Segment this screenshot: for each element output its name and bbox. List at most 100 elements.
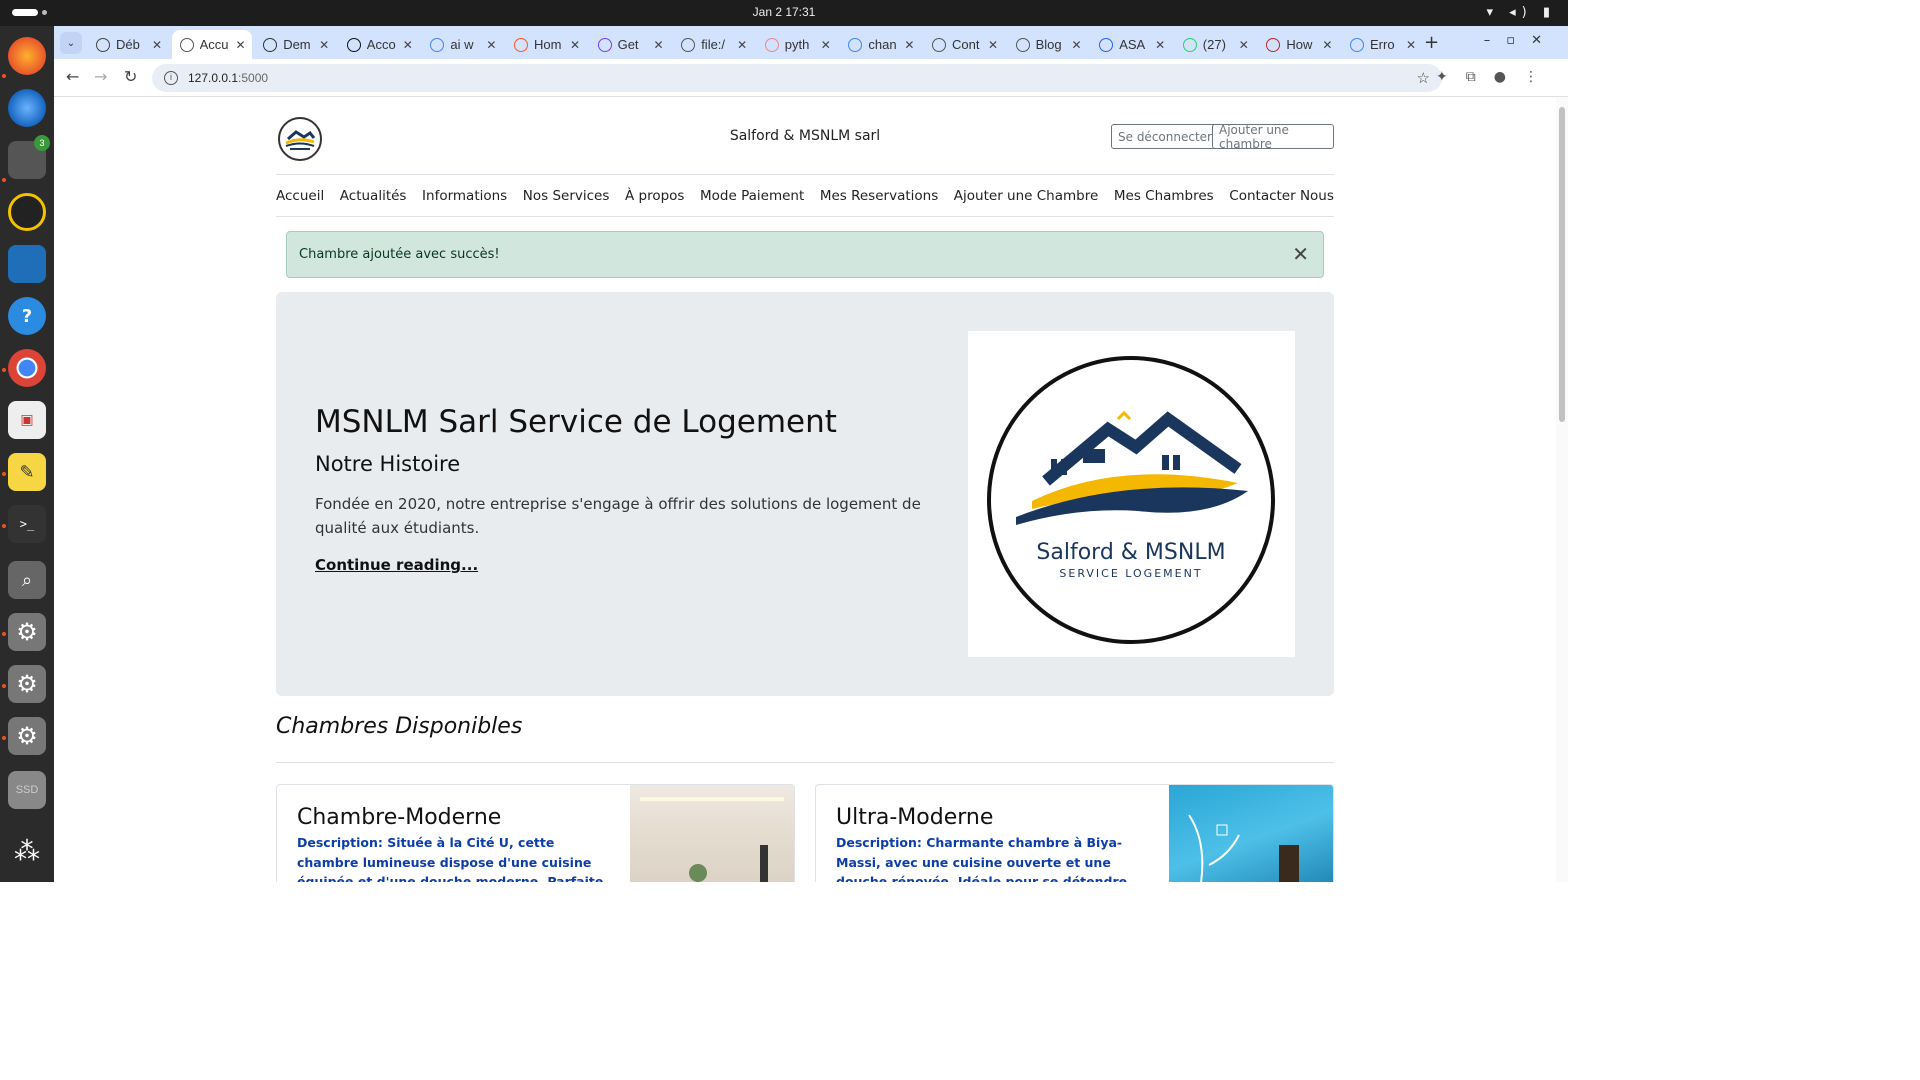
nav-mode-paiement[interactable]: Mode Paiement — [700, 188, 804, 204]
magnifier-icon[interactable]: ⌕ — [8, 561, 46, 599]
room-card[interactable]: Ultra-Moderne Description: Charmante cha… — [815, 784, 1334, 882]
tab-close-icon[interactable]: ✕ — [236, 38, 246, 52]
site-info-icon[interactable]: i — [164, 71, 178, 85]
add-room-button[interactable]: Ajouter une chambre — [1212, 123, 1334, 151]
room-photo — [630, 785, 794, 882]
tab-close-icon[interactable]: ✕ — [319, 38, 329, 52]
settings-icon[interactable]: ⚙ — [8, 613, 46, 651]
tab-close-icon[interactable]: ✕ — [1239, 38, 1249, 52]
browser-tab[interactable]: (27) ✕ — [1175, 30, 1255, 59]
nav-contacter-nous[interactable]: Contacter Nous — [1229, 188, 1334, 204]
help-icon[interactable]: ? — [8, 297, 46, 335]
nav-ajouter-chambre[interactable]: Ajouter une Chambre — [954, 188, 1099, 204]
browser-tab[interactable]: pyth ✕ — [757, 30, 837, 59]
browser-tab[interactable]: Déb ✕ — [88, 30, 168, 59]
browser-tab[interactable]: ai w ✕ — [422, 30, 502, 59]
success-alert: Chambre ajoutée avec succès! ✕ — [286, 231, 1324, 278]
new-tab-button[interactable]: + — [1424, 32, 1439, 53]
tab-close-icon[interactable]: ✕ — [1322, 38, 1332, 52]
tab-close-icon[interactable]: ✕ — [737, 38, 747, 52]
nav-mes-chambres[interactable]: Mes Chambres — [1114, 188, 1214, 204]
reload-button[interactable]: ↻ — [124, 67, 137, 86]
nav-informations[interactable]: Informations — [422, 188, 507, 204]
tab-title: ai w — [450, 37, 474, 52]
system-clock[interactable]: Jan 2 17:31 — [0, 5, 1568, 19]
ubuntu-apps-icon[interactable]: ⁂ — [8, 833, 46, 871]
browser-tab[interactable]: How ✕ — [1258, 30, 1338, 59]
tab-close-icon[interactable]: ✕ — [1155, 38, 1165, 52]
tab-close-icon[interactable]: ✕ — [152, 38, 162, 52]
room-name[interactable]: Ultra-Moderne — [836, 805, 993, 830]
ssd-drive-icon[interactable]: SSD — [8, 771, 46, 809]
rooms-section-title: Chambres Disponibles — [276, 714, 523, 739]
browser-tab[interactable]: Cont ✕ — [924, 30, 1004, 59]
main-nav: Accueil Actualités Informations Nos Serv… — [276, 175, 1334, 217]
browser-tab-strip: ⌄ Déb ✕ Accu ✕ Dem ✕ Acco ✕ ai w ✕ Hom ✕ Get ✕ file:/ ✕… — [54, 26, 1568, 59]
alert-message: Chambre ajoutée avec succès! — [299, 247, 500, 262]
tab-close-icon[interactable]: ✕ — [654, 38, 664, 52]
url-host: 127.0.0.1 — [188, 71, 239, 85]
terminal-icon[interactable]: >_ — [8, 505, 46, 543]
forward-button[interactable]: → — [94, 67, 107, 86]
nav-accueil[interactable]: Accueil — [276, 188, 324, 204]
tab-title: Hom — [534, 37, 562, 52]
room-name[interactable]: Chambre-Moderne — [297, 805, 501, 830]
bookmark-star-icon[interactable]: ☆ — [1417, 69, 1430, 87]
browser-tab[interactable]: file:/ ✕ — [673, 30, 753, 59]
browser-tab[interactable]: Get ✕ — [590, 30, 670, 59]
tab-title: Déb — [116, 37, 140, 52]
browser-tab[interactable]: Erro ✕ — [1342, 30, 1422, 59]
document-viewer-icon[interactable]: ▣ — [8, 401, 46, 439]
tab-close-icon[interactable]: ✕ — [1072, 38, 1082, 52]
browser-tab[interactable]: Hom ✕ — [506, 30, 586, 59]
files-icon[interactable]: 3 — [8, 135, 50, 179]
text-editor-icon[interactable]: ✎ — [8, 453, 46, 491]
nav-actualites[interactable]: Actualités — [340, 188, 407, 204]
logout-button[interactable]: Se déconnecter — [1111, 124, 1219, 149]
browser-tab[interactable]: Dem ✕ — [255, 30, 335, 59]
tab-title: How — [1286, 37, 1313, 52]
continue-reading-link[interactable]: Continue reading... — [315, 556, 478, 574]
back-button[interactable]: ← — [66, 67, 79, 86]
tab-close-icon[interactable]: ✕ — [1406, 38, 1416, 52]
browser-tab[interactable]: Acco ✕ — [339, 30, 419, 59]
extension-icons[interactable]: ✦⧉●⋮ — [1436, 69, 1556, 85]
browser-tab[interactable]: ASA ✕ — [1091, 30, 1171, 59]
tab-title: Get — [617, 37, 639, 52]
tab-search-button[interactable]: ⌄ — [60, 32, 82, 54]
nav-mes-reservations[interactable]: Mes Reservations — [820, 188, 938, 204]
nav-a-propos[interactable]: À propos — [625, 188, 684, 204]
tab-close-icon[interactable]: ✕ — [904, 38, 914, 52]
hero-text: Fondée en 2020, notre entreprise s'engag… — [315, 495, 921, 537]
tab-close-icon[interactable]: ✕ — [403, 38, 413, 52]
site-header: Salford & MSNLM sarl Se déconnecter Ajou… — [276, 115, 1334, 175]
tab-close-icon[interactable]: ✕ — [988, 38, 998, 52]
tab-close-icon[interactable]: ✕ — [486, 38, 496, 52]
address-bar[interactable]: i 127.0.0.1:5000 ☆ — [152, 64, 1442, 92]
tab-title: (27) — [1202, 37, 1226, 52]
system-tray[interactable]: ▾ ◂) ▮ — [1486, 5, 1556, 20]
tab-favicon-icon — [764, 37, 779, 52]
nav-nos-services[interactable]: Nos Services — [523, 188, 610, 204]
tab-close-icon[interactable]: ✕ — [821, 38, 831, 52]
tab-close-icon[interactable]: ✕ — [570, 38, 580, 52]
rhythmbox-icon[interactable] — [8, 193, 46, 231]
tab-favicon-icon — [346, 37, 361, 52]
settings-icon[interactable]: ⚙ — [8, 717, 46, 755]
tab-favicon-icon — [681, 37, 696, 52]
writer-icon[interactable] — [8, 245, 46, 283]
browser-tab[interactable]: Accu ✕ — [171, 30, 252, 59]
scrollbar-thumb[interactable] — [1559, 107, 1565, 422]
browser-tab[interactable]: chan ✕ — [840, 30, 920, 59]
firefox-icon[interactable] — [8, 37, 46, 75]
room-card[interactable]: Chambre-Moderne Description: Située à la… — [276, 784, 795, 882]
browser-tab[interactable]: Blog ✕ — [1008, 30, 1088, 59]
thunderbird-icon[interactable] — [8, 89, 46, 127]
browser-toolbar: ← → ↻ i 127.0.0.1:5000 ☆ ✦⧉●⋮ — [54, 59, 1568, 97]
window-controls[interactable]: –▫✕ — [1484, 33, 1558, 48]
chrome-icon[interactable] — [8, 349, 46, 387]
tab-title: chan — [868, 37, 897, 52]
settings-icon[interactable]: ⚙ — [8, 665, 46, 703]
close-icon[interactable]: ✕ — [1292, 244, 1309, 264]
page-scrollbar[interactable] — [1556, 97, 1568, 882]
